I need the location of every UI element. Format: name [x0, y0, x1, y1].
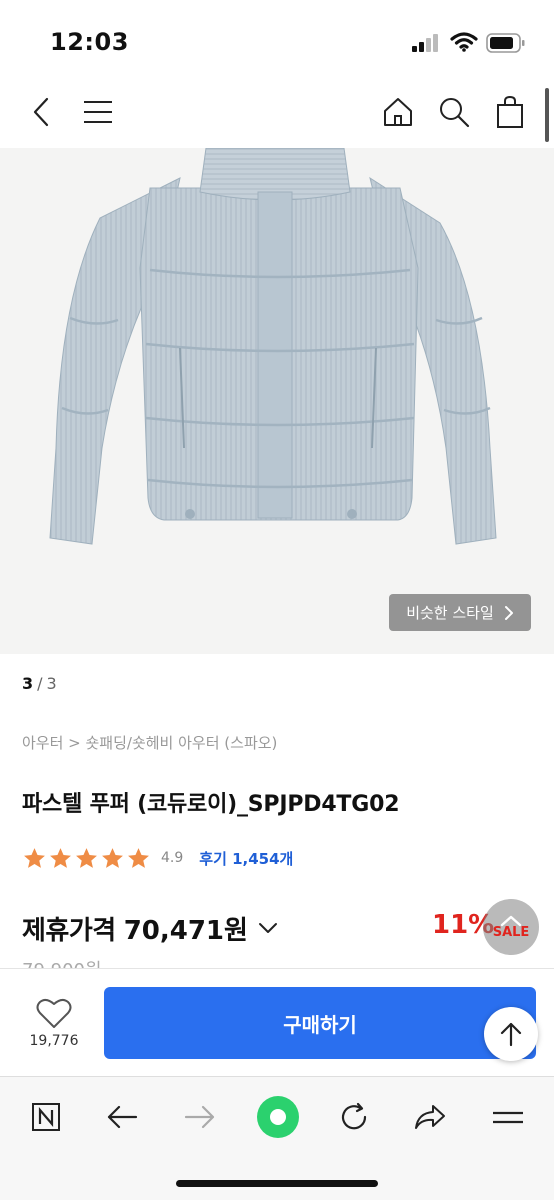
sale-badge: SALE — [492, 924, 530, 940]
chevron-left-icon[interactable] — [22, 92, 62, 132]
house-icon[interactable] — [378, 92, 418, 132]
pager-current: 3 — [22, 674, 34, 693]
rating-value: 4.9 — [161, 850, 184, 866]
wifi-icon — [450, 32, 478, 52]
share-icon[interactable] — [408, 1095, 452, 1139]
price-value: 70,471원 — [123, 915, 248, 946]
cellular-signal-icon — [412, 34, 442, 52]
price-row: 제휴가격 70,471원 — [22, 908, 278, 948]
shopping-bag-icon[interactable] — [490, 92, 530, 132]
refresh-icon[interactable] — [332, 1095, 376, 1139]
naver-n-icon[interactable] — [24, 1095, 68, 1139]
scroll-up-sale-button[interactable]: SALE — [483, 899, 539, 955]
pager-separator: / — [37, 674, 43, 693]
similar-style-label: 비슷한 스타일 — [406, 604, 494, 622]
similar-style-button[interactable]: 비슷한 스타일 — [389, 594, 531, 631]
search-icon[interactable] — [434, 92, 474, 132]
star-icon — [50, 847, 71, 868]
star-icon — [102, 847, 123, 868]
breadcrumb[interactable]: 아우터 > 숏패딩/숏헤비 아우터 (스파오) — [22, 732, 277, 753]
hamburger-menu-icon[interactable] — [78, 92, 118, 132]
star-icon — [128, 847, 149, 868]
price-label: 제휴가격 — [22, 915, 116, 946]
star-icon — [24, 847, 45, 868]
wishlist-button[interactable]: 19,776 — [22, 997, 86, 1057]
image-pager: 3/3 — [22, 674, 57, 693]
buy-button[interactable]: 구매하기 — [104, 987, 536, 1059]
jacket-illustration — [49, 148, 497, 545]
pager-total: 3 — [46, 674, 57, 693]
scroll-to-top-button[interactable] — [484, 1007, 538, 1061]
arrow-up-icon — [500, 1022, 522, 1047]
product-image[interactable] — [0, 148, 554, 654]
wishlist-count: 19,776 — [29, 1033, 79, 1049]
chevron-right-icon — [504, 605, 513, 620]
review-count-link[interactable]: 후기 1,454개 — [199, 848, 293, 869]
green-dot-icon[interactable] — [253, 1092, 303, 1142]
heart-icon — [36, 998, 72, 1028]
scrollbar[interactable] — [545, 88, 549, 142]
purchase-bar: 19,776 구매하기 — [0, 968, 554, 1076]
status-time: 12:03 — [50, 28, 129, 56]
battery-icon — [486, 33, 526, 53]
star-icon — [76, 847, 97, 868]
top-navigation — [0, 80, 554, 146]
forward-arrow-icon[interactable] — [178, 1095, 222, 1139]
product-title: 파스텔 푸퍼 (코듀로이)_SPJPD4TG02 — [22, 792, 400, 817]
star-rating — [22, 846, 151, 871]
status-bar: 12:03 — [0, 0, 554, 80]
back-arrow-icon[interactable] — [100, 1095, 144, 1139]
chevron-down-icon[interactable] — [258, 919, 278, 938]
rating-row: 4.9 후기 1,454개 — [22, 844, 293, 872]
home-indicator[interactable] — [176, 1180, 378, 1187]
menu-icon[interactable] — [486, 1095, 530, 1139]
